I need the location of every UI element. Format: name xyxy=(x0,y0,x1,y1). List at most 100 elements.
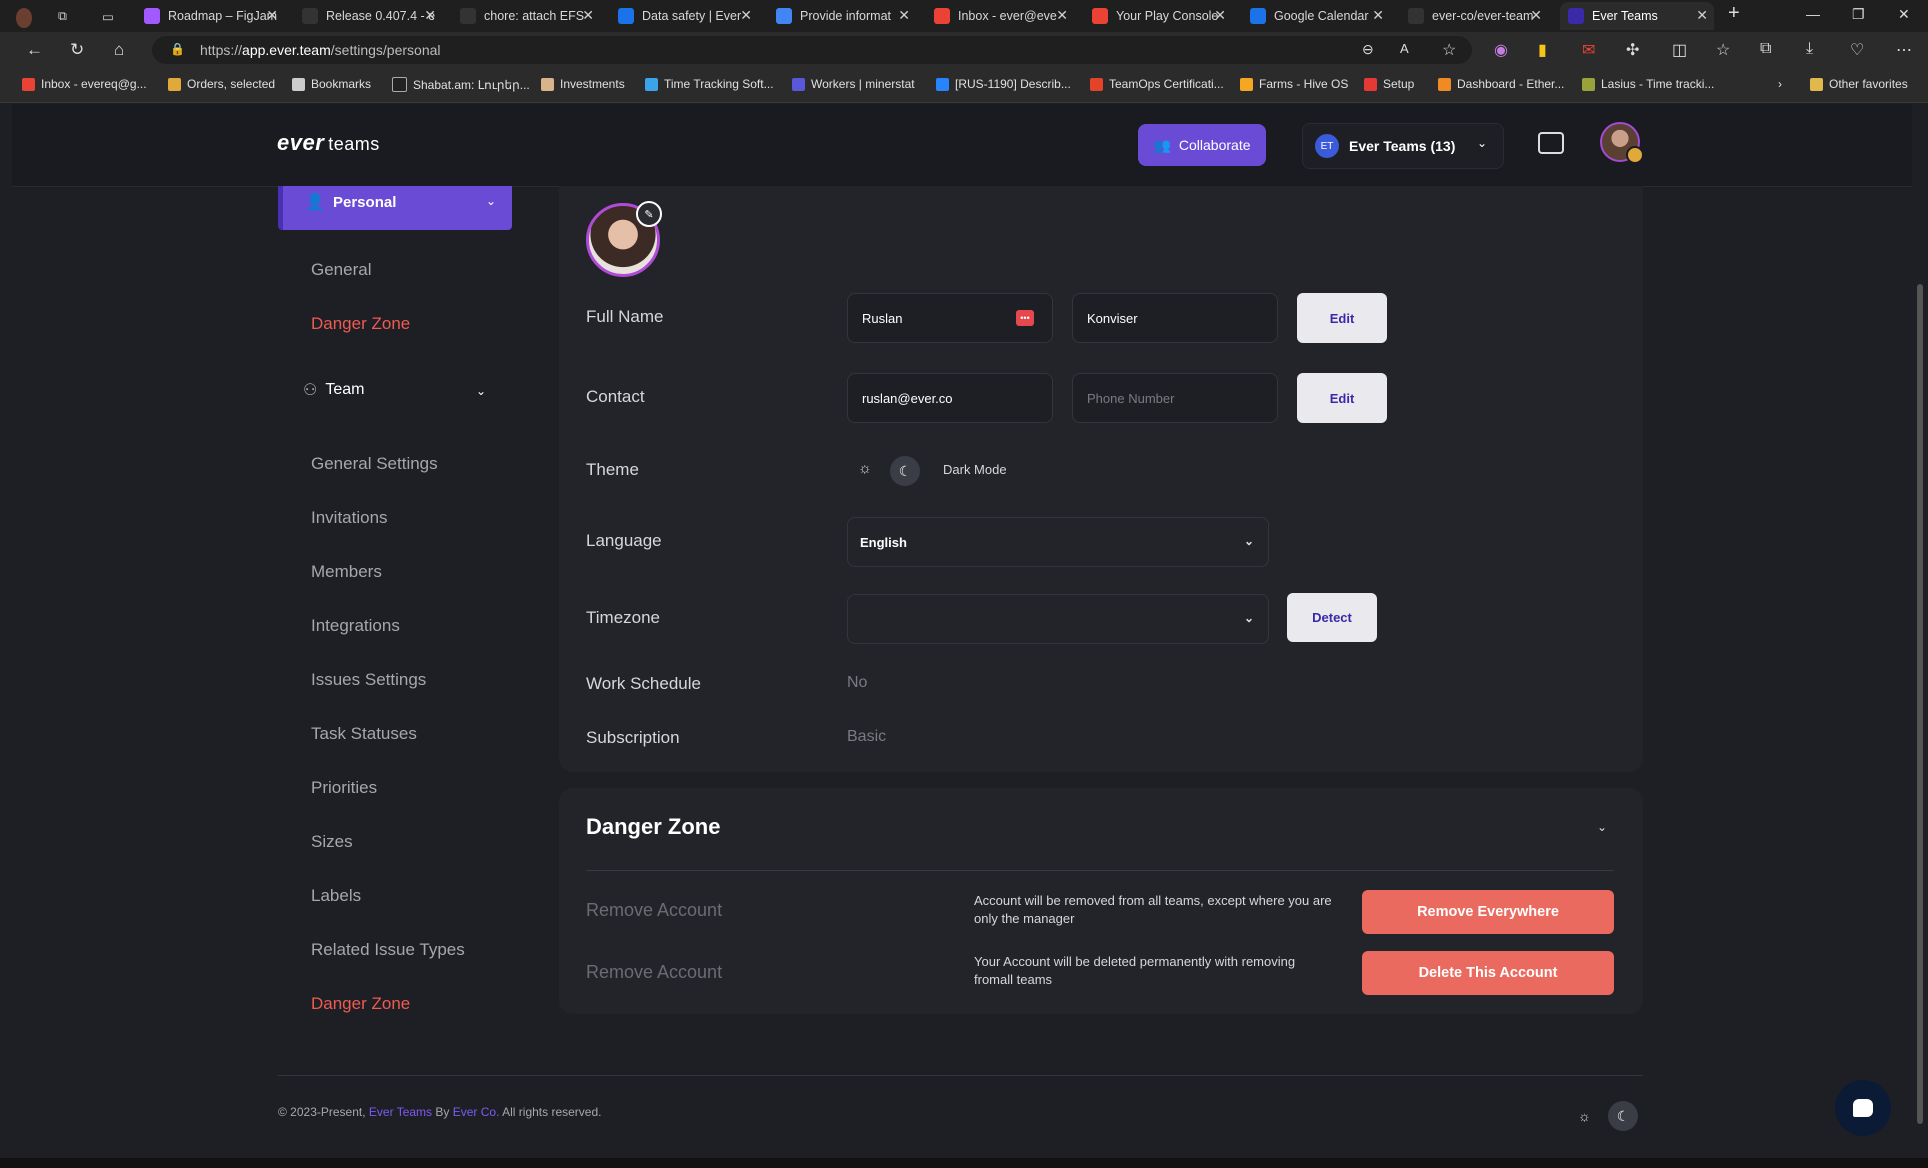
detect-timezone-button[interactable]: Detect xyxy=(1287,593,1377,642)
sun-icon[interactable]: ☼ xyxy=(1578,1108,1591,1124)
bookmark-item[interactable]: Dashboard - Ether... xyxy=(1438,77,1564,91)
extension-notes-icon[interactable]: ▮ xyxy=(1538,40,1547,60)
bookmark-item[interactable]: Time Tracking Soft... xyxy=(645,77,774,91)
close-tab-icon[interactable]: ✕ xyxy=(740,7,752,24)
bookmark-item[interactable]: Workers | minerstat xyxy=(792,77,915,91)
close-tab-icon[interactable]: ✕ xyxy=(582,7,594,24)
close-tab-icon[interactable]: ✕ xyxy=(424,7,436,24)
bookmark-item[interactable]: TeamOps Certificati... xyxy=(1090,77,1224,91)
tab-release[interactable]: Release 0.407.4 - e ✕ xyxy=(302,2,442,30)
sidebar-item-general[interactable]: General xyxy=(311,260,371,280)
extension-mail-icon[interactable]: ✉ xyxy=(1582,40,1595,60)
favorite-star-icon[interactable]: ☆ xyxy=(1442,40,1456,60)
ever-teams-link[interactable]: Ever Teams xyxy=(369,1105,432,1119)
profile-avatar-icon[interactable] xyxy=(16,4,40,32)
tab-data-safety[interactable]: Data safety | Ever ✕ xyxy=(618,2,758,30)
extension-color-icon[interactable]: ◉ xyxy=(1494,40,1508,60)
bookmark-item[interactable]: Setup xyxy=(1364,77,1414,91)
team-selector[interactable]: ET Ever Teams (13) ⌄ xyxy=(1302,123,1504,169)
sidebar-item-issues-settings[interactable]: Issues Settings xyxy=(311,670,426,690)
bookmark-item[interactable]: Inbox - evereq@g... xyxy=(22,77,147,91)
sidebar-item-sizes[interactable]: Sizes xyxy=(311,832,353,852)
favorites-icon[interactable]: ☆ xyxy=(1716,40,1730,60)
tab-provide-info[interactable]: Provide informat ✕ xyxy=(776,2,916,30)
bookmark-item[interactable]: Orders, selected xyxy=(168,77,275,91)
sidebar-item-related-issue-types[interactable]: Related Issue Types xyxy=(311,940,465,960)
edit-pencil-icon[interactable]: ✎ xyxy=(636,201,662,227)
bookmark-item[interactable]: Shabat.am: Լուրեր... xyxy=(392,77,530,92)
tab-roadmap[interactable]: Roadmap – FigJam ✕ xyxy=(144,2,284,30)
chevron-down-icon[interactable]: ⌄ xyxy=(1597,820,1607,834)
tab-inbox[interactable]: Inbox - ever@eve ✕ xyxy=(934,2,1074,30)
ever-teams-logo[interactable]: ever teams xyxy=(277,130,380,156)
moon-icon[interactable]: ☾ xyxy=(1608,1101,1638,1131)
tab-ever-teams[interactable]: Ever Teams ✕ xyxy=(1560,2,1714,30)
close-tab-icon[interactable]: ✕ xyxy=(1530,7,1542,24)
minimize-icon[interactable]: — xyxy=(1806,6,1820,22)
remove-everywhere-button[interactable]: Remove Everywhere xyxy=(1362,890,1614,934)
bookmark-item[interactable]: [RUS-1190] Describ... xyxy=(936,77,1071,91)
zoom-icon[interactable]: ⊖ xyxy=(1362,41,1374,58)
close-tab-icon[interactable]: ✕ xyxy=(1056,7,1068,24)
scrollbar-thumb[interactable] xyxy=(1917,284,1923,1124)
new-tab-icon[interactable]: + xyxy=(1728,2,1740,25)
close-window-icon[interactable]: ✕ xyxy=(1898,6,1910,23)
sidebar-item-members[interactable]: Members xyxy=(311,562,382,582)
chat-icon[interactable] xyxy=(1538,132,1564,154)
password-manager-icon[interactable]: ••• xyxy=(1016,310,1034,326)
sidebar-section-team[interactable]: ⚇ Team xyxy=(303,380,364,400)
collaborate-button[interactable]: 👥 Collaborate xyxy=(1138,124,1266,166)
restore-icon[interactable]: ❐ xyxy=(1852,6,1865,23)
tab-play-console[interactable]: Your Play Console ✕ xyxy=(1092,2,1232,30)
phone-field[interactable]: Phone Number xyxy=(1072,373,1278,423)
sidebar-item-labels[interactable]: Labels xyxy=(311,886,361,906)
timezone-select[interactable]: ⌄ xyxy=(847,594,1269,644)
close-tab-icon[interactable]: ✕ xyxy=(898,7,910,24)
downloads-icon[interactable]: ⤓ xyxy=(1806,40,1813,58)
ever-co-link[interactable]: Ever Co. xyxy=(453,1105,500,1119)
collections-icon[interactable]: ⧉ xyxy=(1760,40,1771,58)
edit-name-button[interactable]: Edit xyxy=(1297,293,1387,343)
user-avatar[interactable] xyxy=(1600,122,1644,164)
back-icon[interactable]: ← xyxy=(26,40,43,60)
url-field[interactable]: 🔒 https://app.ever.team/settings/persona… xyxy=(152,36,1472,64)
tab-chore[interactable]: chore: attach EFS ✕ xyxy=(460,2,600,30)
sidebar-section-personal[interactable]: 👤 Personal ⌄ xyxy=(278,186,512,230)
sidebar-item-danger-zone[interactable]: Danger Zone xyxy=(311,314,410,334)
refresh-icon[interactable]: ↻ xyxy=(70,40,84,60)
last-name-field[interactable]: Konviser xyxy=(1072,293,1278,343)
extensions-icon[interactable]: ✣ xyxy=(1626,40,1639,60)
sun-icon[interactable]: ☼ xyxy=(858,460,872,477)
sidebar-item-general-settings[interactable]: General Settings xyxy=(311,454,438,474)
bookmark-item[interactable]: Bookmarks xyxy=(292,77,371,91)
chevron-down-icon[interactable]: ⌄ xyxy=(476,384,486,398)
moon-icon[interactable]: ☾ xyxy=(890,456,920,486)
delete-account-button[interactable]: Delete This Account xyxy=(1362,951,1614,995)
close-tab-icon[interactable]: ✕ xyxy=(1214,7,1226,24)
more-menu-icon[interactable]: ⋯ xyxy=(1896,40,1912,60)
page-scrollbar[interactable] xyxy=(1914,104,1926,1158)
tab-github-ever-teams[interactable]: ever-co/ever-team ✕ xyxy=(1408,2,1548,30)
sidebar-item-task-statuses[interactable]: Task Statuses xyxy=(311,724,417,744)
language-select[interactable]: English ⌄ xyxy=(847,517,1269,567)
bookmark-item[interactable]: Farms - Hive OS xyxy=(1240,77,1348,91)
sidebar-item-invitations[interactable]: Invitations xyxy=(311,508,388,528)
workspaces-icon[interactable]: ⧉ xyxy=(58,2,82,30)
close-tab-icon[interactable]: ✕ xyxy=(266,7,278,24)
sidebar-item-team-danger-zone[interactable]: Danger Zone xyxy=(311,994,410,1014)
email-field[interactable]: ruslan@ever.co xyxy=(847,373,1053,423)
bookmark-folder[interactable]: Other favorites xyxy=(1810,77,1908,91)
sidebar-item-integrations[interactable]: Integrations xyxy=(311,616,400,636)
close-tab-icon[interactable]: ✕ xyxy=(1696,7,1708,24)
performance-icon[interactable]: ♡ xyxy=(1850,40,1864,60)
tab-calendar[interactable]: Google Calendar ✕ xyxy=(1250,2,1390,30)
close-tab-icon[interactable]: ✕ xyxy=(1372,7,1384,24)
first-name-field[interactable]: Ruslan ••• xyxy=(847,293,1053,343)
edit-contact-button[interactable]: Edit xyxy=(1297,373,1387,423)
split-screen-icon[interactable]: ◫ xyxy=(1672,40,1687,60)
sidebar-item-priorities[interactable]: Priorities xyxy=(311,778,377,798)
home-icon[interactable]: ⌂ xyxy=(114,40,124,60)
read-aloud-icon[interactable]: A xyxy=(1400,41,1409,56)
bookmark-item[interactable]: Lasius - Time tracki... xyxy=(1582,77,1714,91)
chat-widget-button[interactable] xyxy=(1835,1080,1891,1136)
